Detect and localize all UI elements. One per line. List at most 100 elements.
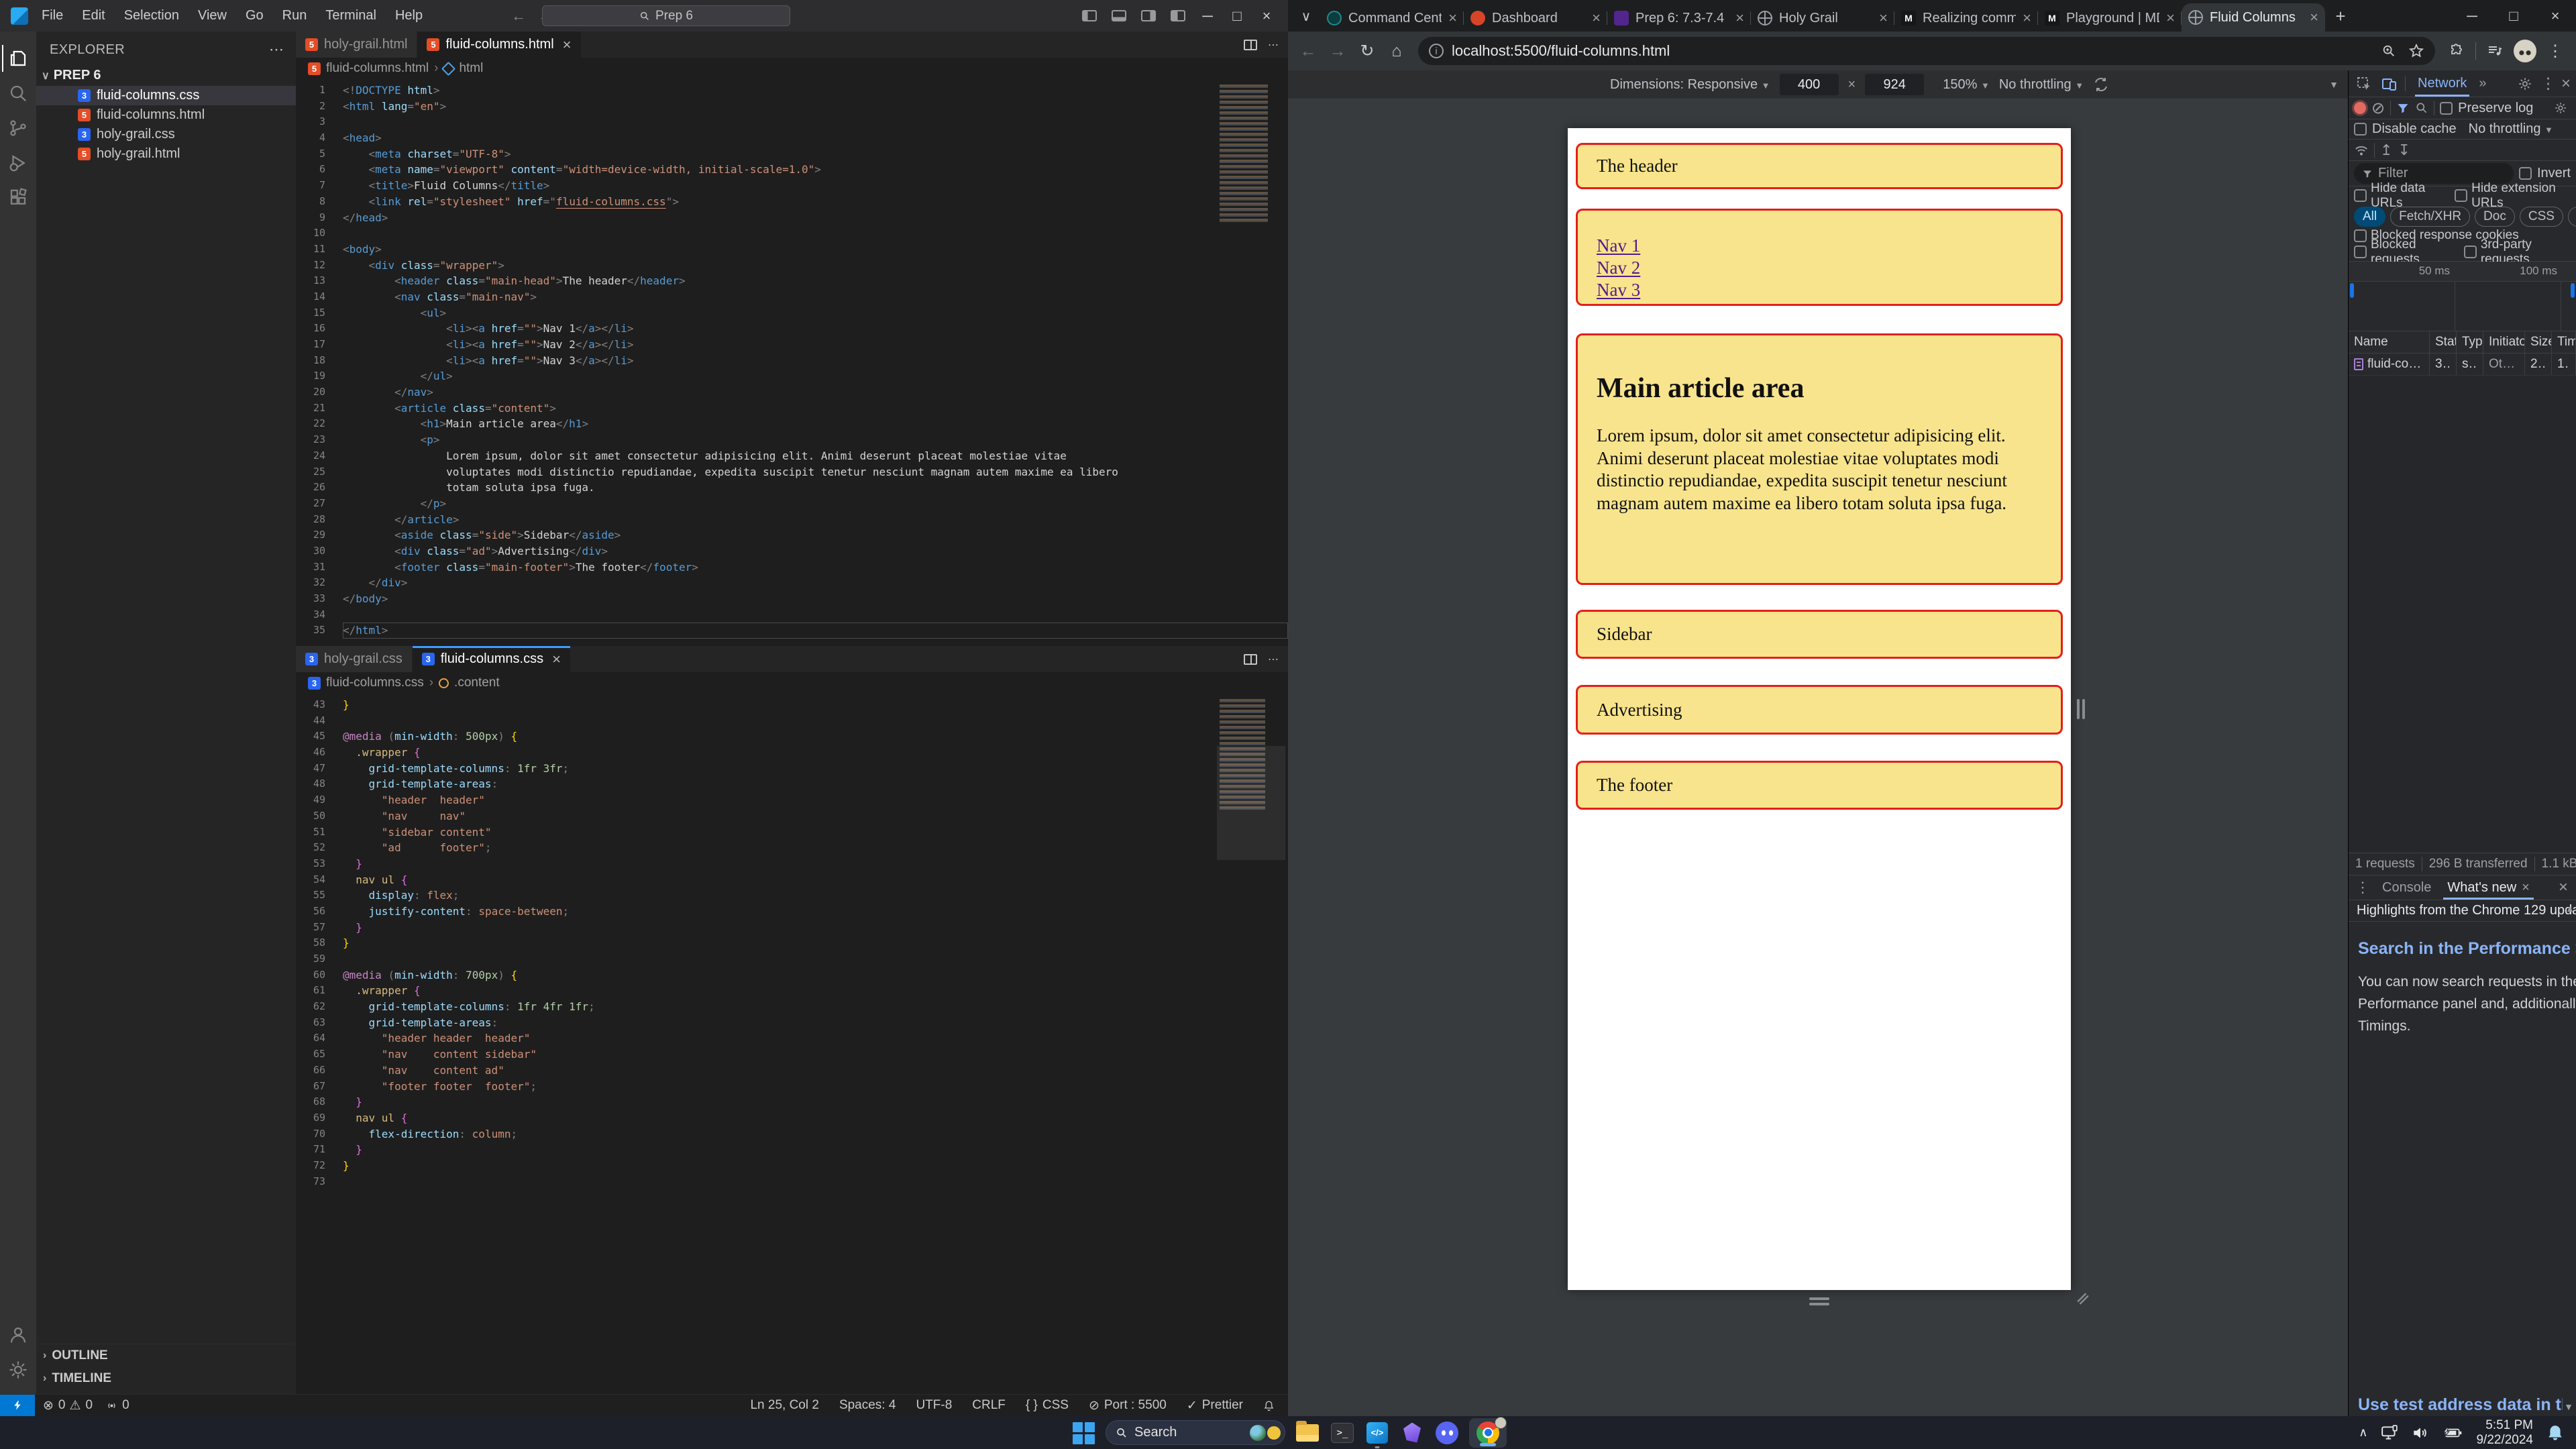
hide-data-urls-checkbox[interactable] bbox=[2354, 189, 2367, 202]
breadcrumb[interactable]: 3 fluid-columns.css › .content bbox=[296, 672, 1288, 694]
terminal-app[interactable]: >_ bbox=[1330, 1420, 1355, 1446]
toggle-sidebar-icon[interactable] bbox=[1082, 10, 1097, 21]
viewport-resize-handle-right[interactable] bbox=[2077, 699, 2085, 719]
maximize-button[interactable]: □ bbox=[1222, 3, 1252, 30]
menu-item-file[interactable]: File bbox=[34, 5, 71, 26]
menu-item-run[interactable]: Run bbox=[274, 5, 315, 26]
code-line-26[interactable]: 26 totam soluta ipsa fuga. bbox=[296, 480, 1288, 496]
code-line-32[interactable]: 32 </div> bbox=[296, 575, 1288, 591]
notifications-bell-icon[interactable] bbox=[1263, 1400, 1275, 1411]
code-line-21[interactable]: 21 <article class="content"> bbox=[296, 400, 1288, 417]
console-drawer-tab[interactable]: Console bbox=[2375, 875, 2438, 900]
code-line-10[interactable]: 10 bbox=[296, 225, 1288, 241]
status-port[interactable]: ⊘ Port : 5500 bbox=[1089, 1398, 1167, 1413]
devtools-menu-icon[interactable]: ⋮ bbox=[2540, 74, 2556, 93]
code-line-63[interactable]: 63 grid-template-areas: bbox=[296, 1015, 1288, 1031]
problems-errors[interactable]: ⊗ 0 bbox=[43, 1398, 66, 1413]
code-line-51[interactable]: 51 "sidebar content" bbox=[296, 824, 1288, 841]
code-line-58[interactable]: 58} bbox=[296, 935, 1288, 951]
code-line-25[interactable]: 25 voluptates modi distinctio repudianda… bbox=[296, 464, 1288, 480]
filter-chip-Fetch/XHR[interactable]: Fetch/XHR bbox=[2390, 207, 2470, 227]
code-line-28[interactable]: 28 </article> bbox=[296, 512, 1288, 528]
rendered-page[interactable]: The header Nav 1Nav 2Nav 3 Main article … bbox=[1568, 128, 2071, 1290]
close-tab-icon[interactable]: × bbox=[1735, 9, 1744, 27]
volume-icon[interactable] bbox=[2412, 1424, 2429, 1442]
status-eol[interactable]: CRLF bbox=[972, 1398, 1006, 1413]
status-spaces[interactable]: Spaces: 4 bbox=[839, 1398, 896, 1413]
column-header-type[interactable]: Type bbox=[2457, 331, 2483, 353]
scroll-down-icon[interactable]: ▼ bbox=[2564, 1401, 2573, 1412]
blocked-requests-checkbox[interactable] bbox=[2354, 246, 2367, 258]
code-line-14[interactable]: 14 <nav class="main-nav"> bbox=[296, 289, 1288, 305]
close-tab-icon[interactable]: × bbox=[1879, 9, 1888, 27]
battery-charging-icon[interactable] bbox=[2443, 1424, 2463, 1442]
close-drawer-icon[interactable]: × bbox=[2559, 878, 2572, 897]
viewport-resize-handle-bottom[interactable] bbox=[1809, 1297, 1829, 1305]
settings-gear-icon[interactable] bbox=[2, 1352, 34, 1387]
filter-chip-CSS[interactable]: CSS bbox=[2520, 207, 2563, 227]
extensions-icon[interactable] bbox=[2, 180, 34, 215]
back-icon[interactable]: ← bbox=[511, 7, 526, 25]
code-line-19[interactable]: 19 </ul> bbox=[296, 368, 1288, 384]
device-toolbar-toggle-icon[interactable] bbox=[2379, 74, 2400, 94]
code-line-7[interactable]: 7 <title>Fluid Columns</title> bbox=[296, 178, 1288, 194]
network-throttling-select[interactable]: No throttling ▼ bbox=[2469, 121, 2553, 137]
profile-avatar[interactable] bbox=[2514, 40, 2536, 62]
close-tab-icon[interactable]: × bbox=[1448, 9, 1457, 27]
code-line-12[interactable]: 12 <div class="wrapper"> bbox=[296, 258, 1288, 274]
maximize-button[interactable]: □ bbox=[2493, 0, 2534, 32]
code-line-45[interactable]: 45@media (min-width: 500px) { bbox=[296, 729, 1288, 745]
code-line-62[interactable]: 62 grid-template-columns: 1fr 4fr 1fr; bbox=[296, 999, 1288, 1015]
close-button[interactable]: × bbox=[1252, 3, 1281, 30]
menu-item-help[interactable]: Help bbox=[387, 5, 431, 26]
tray-chevron-icon[interactable]: ∧ bbox=[2359, 1426, 2367, 1440]
filter-chip-All[interactable]: All bbox=[2354, 207, 2385, 227]
file-item-fluid-columns.css[interactable]: 3fluid-columns.css bbox=[36, 86, 296, 105]
site-info-icon[interactable]: i bbox=[1429, 44, 1444, 58]
code-line-53[interactable]: 53 } bbox=[296, 856, 1288, 872]
code-line-18[interactable]: 18 <li><a href="">Nav 3</a></li> bbox=[296, 353, 1288, 369]
page-nav-link-nav-3[interactable]: Nav 3 bbox=[1597, 279, 1640, 301]
code-line-46[interactable]: 46 .wrapper { bbox=[296, 745, 1288, 761]
breadcrumb[interactable]: 5 fluid-columns.html › html bbox=[296, 58, 1288, 79]
code-line-17[interactable]: 17 <li><a href="">Nav 2</a></li> bbox=[296, 337, 1288, 353]
bookmark-star-icon[interactable] bbox=[2408, 43, 2424, 59]
code-line-4[interactable]: 4<head> bbox=[296, 130, 1288, 146]
media-playlist-icon[interactable] bbox=[2487, 43, 2503, 59]
rotate-icon[interactable] bbox=[2093, 76, 2109, 93]
chrome-menu-icon[interactable]: ⋮ bbox=[2547, 42, 2564, 61]
reload-icon[interactable]: ↻ bbox=[1354, 38, 1381, 64]
address-bar[interactable]: i localhost:5500/fluid-columns.html bbox=[1418, 37, 2435, 65]
layout-icon[interactable] bbox=[1171, 10, 1185, 21]
close-tab-icon[interactable]: × bbox=[2023, 9, 2031, 27]
close-tab-icon[interactable]: × bbox=[1592, 9, 1601, 27]
explorer-icon[interactable] bbox=[2, 41, 34, 76]
column-header-time[interactable]: Time bbox=[2552, 331, 2576, 353]
editor-more-icon[interactable]: ⋯ bbox=[1268, 38, 1279, 52]
extensions-puzzle-icon[interactable] bbox=[2449, 43, 2465, 59]
forward-icon[interactable]: → bbox=[1324, 38, 1351, 64]
code-line-70[interactable]: 70 flex-direction: column; bbox=[296, 1126, 1288, 1142]
menu-item-terminal[interactable]: Terminal bbox=[317, 5, 384, 26]
discord-app[interactable] bbox=[1434, 1420, 1460, 1446]
hide-extension-urls-checkbox[interactable] bbox=[2455, 189, 2467, 202]
code-line-60[interactable]: 60@media (min-width: 700px) { bbox=[296, 967, 1288, 983]
network-conditions-icon[interactable] bbox=[2354, 143, 2369, 158]
code-line-23[interactable]: 23 <p> bbox=[296, 432, 1288, 448]
code-line-11[interactable]: 11<body> bbox=[296, 241, 1288, 258]
remote-indicator[interactable] bbox=[0, 1395, 35, 1416]
code-editor-html[interactable]: 1<!DOCTYPE html>2<html lang="en">34<head… bbox=[296, 79, 1288, 646]
timeline-waterfall[interactable] bbox=[2349, 282, 2576, 331]
explorer-more-icon[interactable]: ⋯ bbox=[269, 41, 285, 58]
viewport-width-input[interactable]: 400 bbox=[1780, 74, 1839, 95]
code-line-27[interactable]: 27 </p> bbox=[296, 496, 1288, 512]
outline-section[interactable]: ›OUTLINE bbox=[36, 1344, 296, 1367]
viewport-height-input[interactable]: 924 bbox=[1865, 74, 1924, 95]
status-prettier[interactable]: ✓ Prettier bbox=[1187, 1398, 1243, 1413]
code-line-48[interactable]: 48 grid-template-areas: bbox=[296, 776, 1288, 792]
timeline-section[interactable]: ›TIMELINE bbox=[36, 1367, 296, 1390]
code-line-5[interactable]: 5 <meta charset="UTF-8"> bbox=[296, 146, 1288, 162]
code-line-22[interactable]: 22 <h1>Main article area</h1> bbox=[296, 416, 1288, 432]
code-line-6[interactable]: 6 <meta name="viewport" content="width=d… bbox=[296, 162, 1288, 178]
tab-search-icon[interactable]: ∨ bbox=[1295, 5, 1318, 28]
